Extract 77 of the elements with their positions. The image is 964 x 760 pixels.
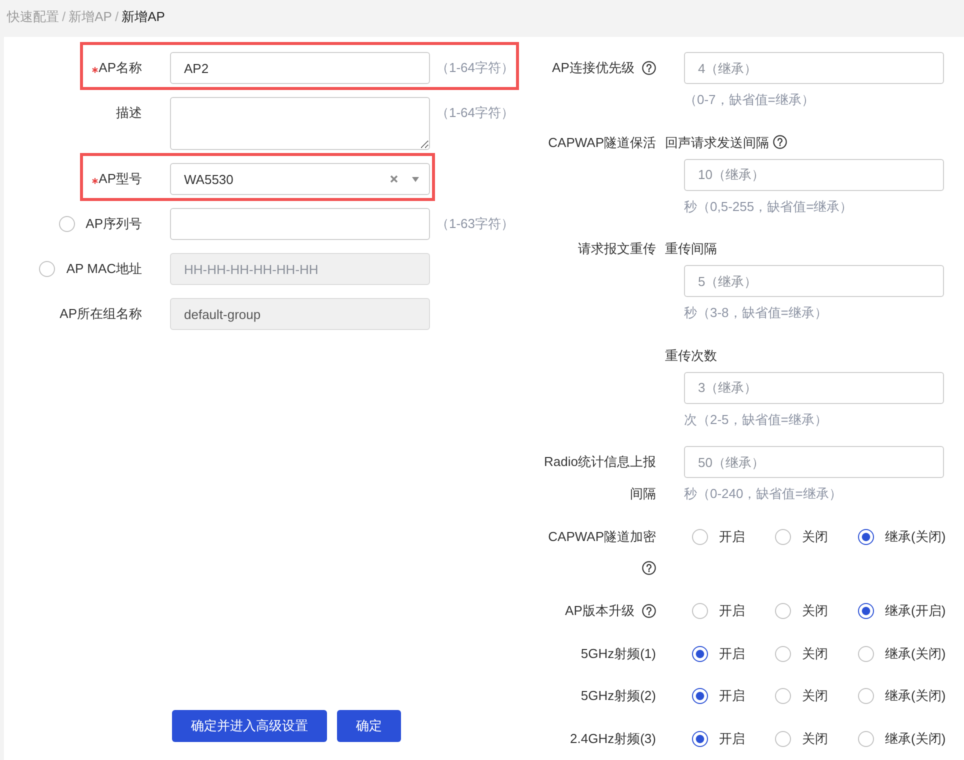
field-label: AP型号 [98, 170, 142, 188]
help-icon[interactable] [642, 60, 656, 75]
field-label: AP连接优先级 [552, 60, 634, 75]
primary-button[interactable]: 确定 [337, 710, 401, 742]
radio-button[interactable] [858, 646, 874, 662]
number-field[interactable]: 10（继承） [684, 158, 944, 190]
radio-button[interactable] [858, 688, 874, 704]
option-label[interactable]: 继承(关闭) [885, 528, 946, 546]
radio-button[interactable] [692, 646, 708, 662]
breadcrumb-separator: / [114, 9, 119, 24]
field-label: 描述 [116, 104, 142, 122]
field-label: AP序列号 [86, 215, 142, 233]
field-label: AP MAC地址 [66, 260, 142, 278]
field-label: CAPWAP隧道加密 [548, 528, 656, 544]
field-label: 请求报文重传 [578, 241, 656, 256]
radio-button[interactable] [58, 216, 75, 232]
option-label[interactable]: 关闭 [802, 602, 828, 620]
description-field[interactable] [170, 97, 430, 150]
field-label: CAPWAP隧道保活 [548, 134, 656, 150]
text-field[interactable] [170, 208, 430, 240]
field-label: Radio统计信息上报间隔 [544, 454, 656, 501]
radio-button[interactable] [858, 603, 874, 619]
field-label: AP名称 [98, 59, 142, 77]
number-field[interactable]: 5（继承） [684, 265, 944, 297]
radio-button[interactable] [775, 646, 791, 662]
option-label[interactable]: 开启 [719, 602, 745, 620]
radio-button[interactable] [775, 528, 791, 544]
number-field[interactable]: 3（继承） [684, 372, 944, 404]
help-icon[interactable] [642, 561, 656, 576]
option-label[interactable]: 开启 [719, 644, 745, 662]
clear-icon[interactable] [390, 175, 398, 183]
hint-text: （1-64字符） [436, 59, 514, 77]
option-label[interactable]: 关闭 [802, 528, 828, 546]
field-label: AP版本升级 [565, 603, 634, 618]
hint-text: 秒（0-240，缺省值=继承） [684, 485, 842, 503]
radio-button[interactable] [775, 688, 791, 704]
option-label[interactable]: 关闭 [802, 644, 828, 662]
select-field[interactable]: WA5530 [170, 163, 430, 195]
help-icon[interactable] [773, 135, 787, 150]
number-field[interactable]: 4（继承） [684, 52, 944, 84]
caret-icon[interactable] [412, 176, 419, 182]
hint-text: 秒（0,5-255，缺省值=继承） [684, 198, 853, 216]
field-label: 2.4GHz射频(3) [570, 730, 656, 746]
hint-text: （1-64字符） [436, 104, 514, 122]
hint-text: （0-7，缺省值=继承） [684, 91, 814, 109]
field-label: AP所在组名称 [60, 305, 142, 323]
option-label[interactable]: 继承(关闭) [885, 687, 946, 705]
option-label[interactable]: 继承(关闭) [885, 644, 946, 662]
help-icon[interactable] [642, 604, 656, 618]
option-label[interactable]: 继承(关闭) [885, 730, 946, 748]
option-label[interactable]: 关闭 [802, 687, 828, 705]
option-label[interactable]: 继承(开启) [885, 602, 946, 620]
breadcrumb-separator: / [62, 9, 66, 24]
field-sublabel: 重传间隔 [665, 241, 717, 256]
option-label[interactable]: 关闭 [802, 730, 828, 748]
hint-text: （1-63字符） [436, 215, 514, 233]
hint-text: 次（2-5，缺省值=继承） [684, 410, 828, 428]
radio-button[interactable] [858, 730, 874, 746]
breadcrumb-current: 新增AP [122, 8, 165, 26]
option-label[interactable]: 开启 [719, 528, 745, 546]
radio-button[interactable] [858, 528, 874, 544]
field-label: 5GHz射频(1) [580, 646, 656, 660]
radio-button[interactable] [775, 730, 791, 746]
radio-button[interactable] [775, 603, 791, 619]
radio-button[interactable] [692, 730, 708, 746]
primary-button[interactable]: 确定并进入高级设置 [172, 710, 327, 742]
option-label[interactable]: 开启 [719, 730, 745, 748]
text-field[interactable]: AP2 [170, 52, 430, 84]
field-sublabel: 回声请求发送间隔 [665, 134, 769, 150]
option-label[interactable]: 开启 [719, 687, 745, 705]
number-field[interactable]: 50（继承） [684, 446, 944, 478]
hint-text: 秒（3-8，缺省值=继承） [684, 304, 828, 322]
radio-button[interactable] [692, 688, 708, 704]
field-label: 5GHz射频(2) [580, 688, 656, 703]
field-sublabel: 重传次数 [665, 348, 717, 362]
radio-button[interactable] [692, 603, 708, 619]
radio-button[interactable] [692, 528, 708, 544]
